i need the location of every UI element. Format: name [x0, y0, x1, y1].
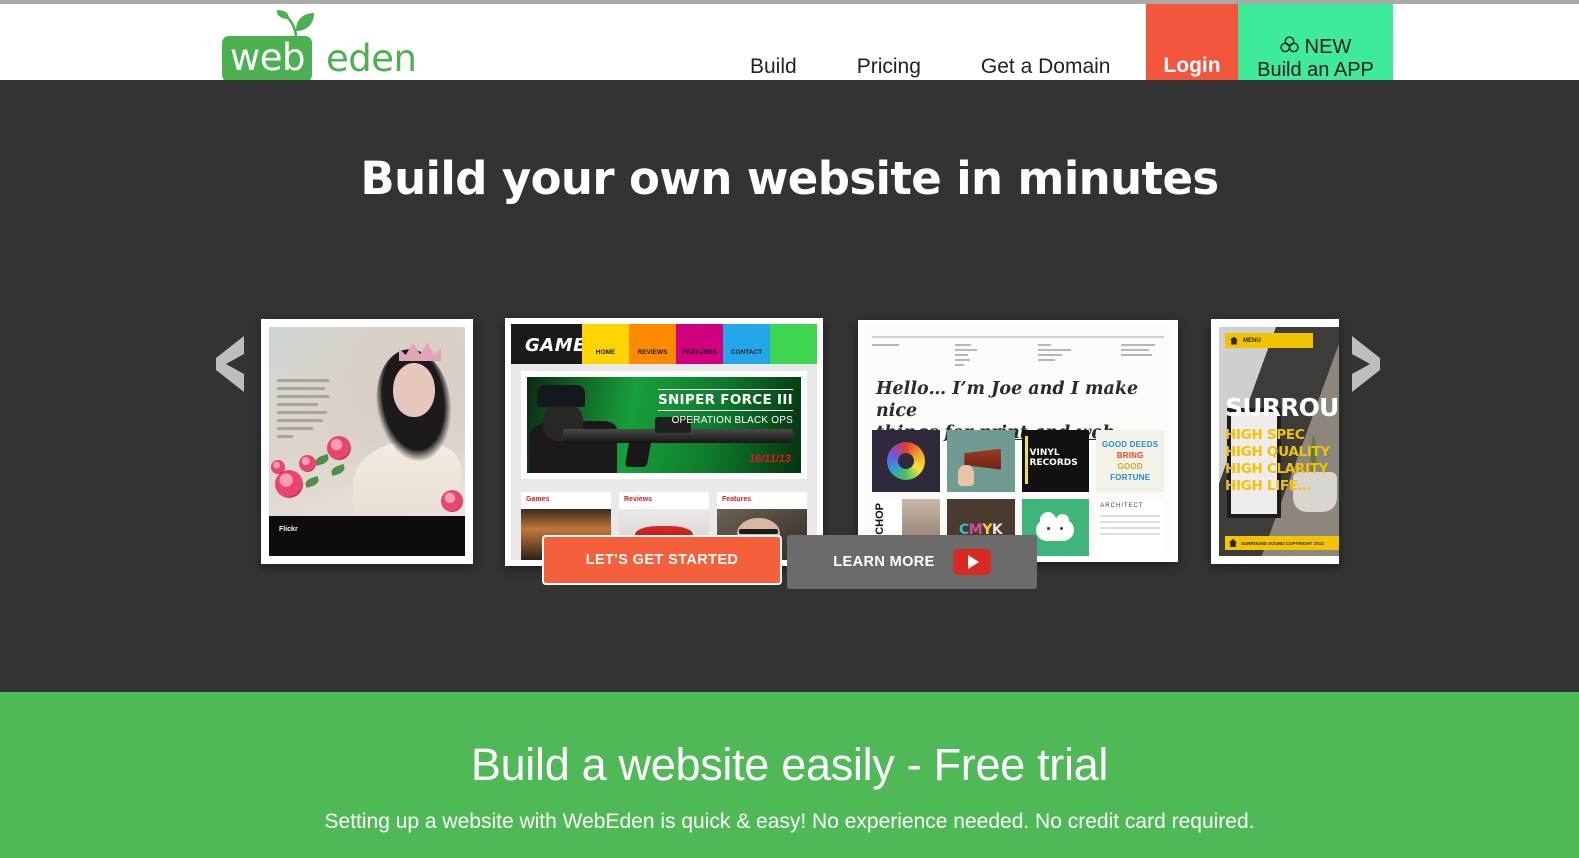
carousel-thumb-portfolio[interactable]: Hello… I’m Joe and I make nice things fo… [858, 320, 1178, 562]
gamer-hero-image: SNIPER FORCE III OPERATION BLACK OPS 16/… [527, 377, 801, 473]
carousel-thumb-gamer[interactable]: GAMER HOME REVIEWS FEATURES CONTACT SNIP… [505, 318, 823, 566]
carousel-thumb-fashion-photography[interactable]: Flickr [261, 319, 473, 564]
surround-page: MENU SURROUN HIGH SPEC HIGH QUALITY HIGH… [1219, 327, 1339, 556]
gamer-hero-frame: SNIPER FORCE III OPERATION BLACK OPS 16/… [521, 371, 807, 479]
good-deeds-line-4: FORTUNE [1110, 473, 1151, 482]
soldier-helmet [537, 385, 585, 407]
gamer-card-features-label: Features [722, 496, 752, 503]
home-icon [1230, 336, 1238, 345]
logo-mark-web: web [222, 36, 313, 82]
portfolio-meta-col-2 [955, 344, 998, 369]
gamer-card-games-label: Games [526, 496, 550, 503]
portfolio-tile-vinyl[interactable]: VINYL RECORDS [1021, 430, 1090, 492]
gamer-nav-contact[interactable]: CONTACT [723, 324, 770, 364]
nav-item-pricing[interactable]: Pricing [827, 54, 951, 80]
promo-section: Build a website easily - Free trial Sett… [0, 692, 1579, 858]
good-deeds-line-3: GOOD [1117, 462, 1143, 471]
three-circles-icon [1280, 36, 1299, 59]
learn-more-label: LEARN MORE [833, 554, 935, 570]
login-button[interactable]: Login [1146, 4, 1238, 84]
build-an-app-label: Build an APP [1257, 59, 1374, 81]
portfolio-meta-col-4 [1121, 344, 1164, 369]
rose-5 [441, 490, 463, 512]
carousel-prev-arrow[interactable] [210, 330, 256, 398]
rose-3 [327, 436, 351, 460]
carousel-next-arrow[interactable] [1340, 330, 1386, 398]
build-an-app-button[interactable]: NEW Build an APP [1238, 4, 1393, 84]
surround-feature-lines: HIGH SPEC HIGH QUALITY HIGH CLARITY HIGH… [1225, 427, 1330, 494]
surround-title: SURROUN [1225, 393, 1339, 422]
person-glasses [738, 529, 779, 535]
rainbow-ring-icon [886, 442, 925, 480]
gamer-hero-subtitle: OPERATION BLACK OPS [671, 415, 793, 426]
logo[interactable]: web eden [222, 10, 422, 82]
build-an-app-new-label: NEW [1304, 36, 1352, 58]
gamer-nav-features[interactable]: FEATURES [676, 324, 723, 364]
carousel-thumb-surround[interactable]: MENU SURROUN HIGH SPEC HIGH QUALITY HIGH… [1211, 319, 1339, 564]
hero-cta-row: LET'S GET STARTED LEARN MORE [0, 535, 1579, 589]
good-deeds-line-1: GOOD DEEDS [1102, 440, 1159, 449]
portfolio-headline-line1: Hello… I’m Joe and I make nice [876, 379, 1139, 421]
gamer-hero-date: 16/11/13 [748, 453, 791, 465]
hero-title: Build your own website in minutes [360, 152, 1219, 205]
good-deeds-line-2: BRING [1116, 451, 1144, 460]
surround-nav[interactable]: MENU [1225, 333, 1313, 348]
promo-title: Build a website easily - Free trial [470, 739, 1109, 790]
fashion-figure-face [393, 363, 435, 417]
nav-item-get-a-domain[interactable]: Get a Domain [951, 54, 1141, 80]
hero-section: Build your own website in minutes Flickr… [0, 80, 1579, 692]
fashion-footer-label: Flickr [279, 526, 298, 533]
login-label: Login [1163, 54, 1221, 77]
gamer-nav-home[interactable]: HOME [582, 324, 629, 364]
template-carousel: Flickr GAMER HOME REVIEWS FEATURES CONTA… [0, 230, 1579, 566]
rose-4 [271, 460, 285, 474]
portfolio-meta-row [872, 344, 1164, 369]
gamer-nav: HOME REVIEWS FEATURES CONTACT [582, 324, 817, 364]
vinyl-label: VINYL RECORDS [1029, 448, 1078, 468]
portfolio-meta-col-1 [872, 344, 915, 369]
hand-shape [957, 464, 974, 486]
portfolio-page: Hello… I’m Joe and I make nice things fo… [864, 326, 1172, 556]
rifle-magazine [624, 441, 652, 467]
logo-word-eden: eden [326, 37, 417, 80]
learn-more-button[interactable]: LEARN MORE [787, 535, 1037, 589]
gamer-card-reviews-label: Reviews [624, 496, 653, 503]
gamer-hero-title: SNIPER FORCE III [657, 389, 793, 411]
portfolio-tile-megaphone[interactable] [946, 430, 1015, 492]
gamer-nav-reviews[interactable]: REVIEWS [629, 324, 676, 364]
site-header: web eden Build Pricing Get a Domain Blog… [0, 4, 1579, 84]
surround-nav-label: MENU [1243, 337, 1261, 344]
page-root: web eden Build Pricing Get a Domain Blog… [0, 0, 1579, 858]
architect-label: ARCHITECT [1100, 503, 1144, 509]
play-video-icon[interactable] [952, 549, 991, 575]
fashion-body-text [277, 379, 329, 443]
nav-item-build[interactable]: Build [720, 54, 827, 80]
rose-1 [275, 470, 303, 498]
lets-get-started-button[interactable]: LET'S GET STARTED [542, 535, 782, 585]
vinyl-accent-bar [1024, 436, 1028, 484]
gamer-nav-extra [770, 324, 817, 364]
portfolio-tile-rainbow[interactable] [872, 430, 940, 492]
portfolio-meta-col-3 [1038, 344, 1081, 369]
rose-2 [299, 455, 316, 472]
gamer-page: GAMER HOME REVIEWS FEATURES CONTACT SNIP… [511, 324, 817, 560]
build-an-app-badge-row: NEW [1238, 36, 1393, 59]
portfolio-top-rule [872, 336, 1164, 338]
portfolio-tile-good-deeds[interactable]: GOOD DEEDS BRING GOOD FORTUNE [1096, 430, 1164, 492]
promo-subtitle: Setting up a website with WebEden is qui… [324, 810, 1255, 833]
gamer-header: GAMER HOME REVIEWS FEATURES CONTACT [511, 324, 817, 364]
